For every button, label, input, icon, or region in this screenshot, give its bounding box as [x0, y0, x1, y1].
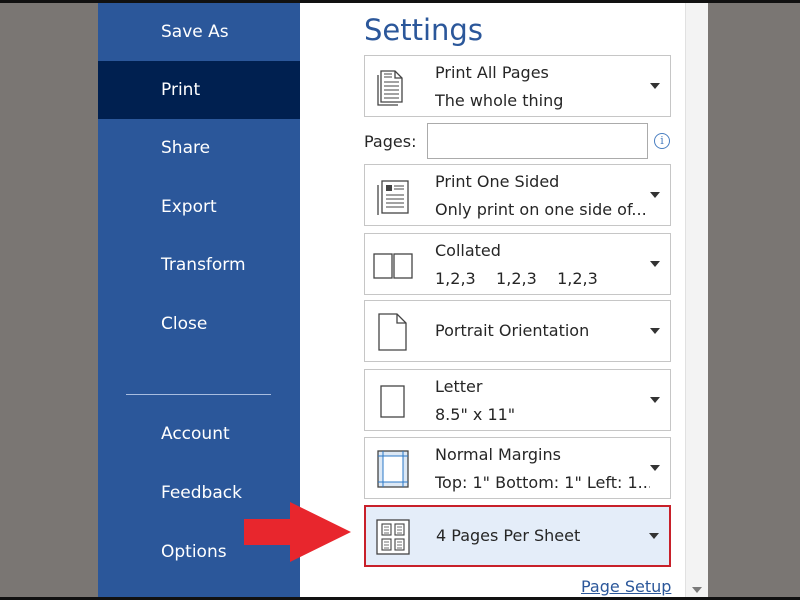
print-range-dropdown[interactable]: Print All Pages The whole thing [364, 55, 671, 117]
paper-size-title: Letter [435, 377, 483, 396]
chevron-down-icon [650, 261, 660, 267]
sides-title: Print One Sided [435, 172, 560, 191]
orientation-title: Portrait Orientation [435, 321, 590, 340]
sidebar-item-export[interactable]: Export [98, 178, 300, 236]
collation-dropdown[interactable]: Collated 1,2,3 1,2,3 1,2,3 [364, 233, 671, 295]
paper-size-subtitle: 8.5" x 11" [435, 405, 516, 424]
chevron-down-icon [650, 397, 660, 403]
chevron-down-icon [650, 465, 660, 471]
paper-size-dropdown[interactable]: Letter 8.5" x 11" [364, 369, 671, 431]
margins-title: Normal Margins [435, 445, 561, 464]
sidebar-item-close[interactable]: Close [98, 295, 300, 353]
letter-paper-icon [380, 385, 405, 418]
collated-pages-icon [373, 253, 413, 279]
pages-per-sheet-title: 4 Pages Per Sheet [436, 526, 581, 545]
print-settings-panel: Settings Print All Pages The whole thing… [300, 3, 685, 597]
four-pages-per-sheet-icon [376, 519, 410, 555]
sidebar-item-print[interactable]: Print [98, 61, 300, 119]
margins-subtitle: Top: 1" Bottom: 1" Left: 1... [435, 473, 650, 492]
sidebar-divider [126, 394, 271, 395]
collation-title: Collated [435, 241, 501, 260]
sidebar-item-save-as[interactable]: Save As [98, 3, 300, 61]
pages-input[interactable] [427, 123, 648, 159]
sidebar-item-transform[interactable]: Transform [98, 236, 300, 294]
chevron-down-icon [649, 533, 659, 539]
sidebar-item-account[interactable]: Account [98, 405, 300, 463]
chevron-down-icon [650, 192, 660, 198]
chevron-down-icon [650, 328, 660, 334]
sides-dropdown[interactable]: Print One Sided Only print on one side o… [364, 164, 671, 226]
orientation-dropdown[interactable]: Portrait Orientation [364, 300, 671, 362]
scroll-down-arrow-icon[interactable] [692, 587, 702, 593]
sides-subtitle: Only print on one side of... [435, 200, 647, 219]
print-range-title: Print All Pages [435, 63, 549, 82]
collation-subtitle: 1,2,3 1,2,3 1,2,3 [435, 269, 598, 288]
red-arrow-icon [244, 502, 351, 562]
vertical-scrollbar[interactable] [685, 3, 708, 597]
one-sided-print-icon [377, 180, 409, 215]
margins-icon [377, 450, 409, 488]
settings-heading: Settings [364, 13, 483, 47]
document-pages-icon [377, 70, 403, 106]
chevron-down-icon [650, 83, 660, 89]
portrait-page-icon [378, 313, 407, 351]
print-range-subtitle: The whole thing [435, 91, 564, 110]
pages-per-sheet-dropdown[interactable]: 4 Pages Per Sheet [364, 505, 671, 567]
pages-label: Pages: [364, 132, 417, 151]
page-setup-link[interactable]: Page Setup [581, 577, 671, 596]
sidebar-item-share[interactable]: Share [98, 119, 300, 177]
info-icon[interactable]: i [654, 133, 670, 149]
margins-dropdown[interactable]: Normal Margins Top: 1" Bottom: 1" Left: … [364, 437, 671, 499]
